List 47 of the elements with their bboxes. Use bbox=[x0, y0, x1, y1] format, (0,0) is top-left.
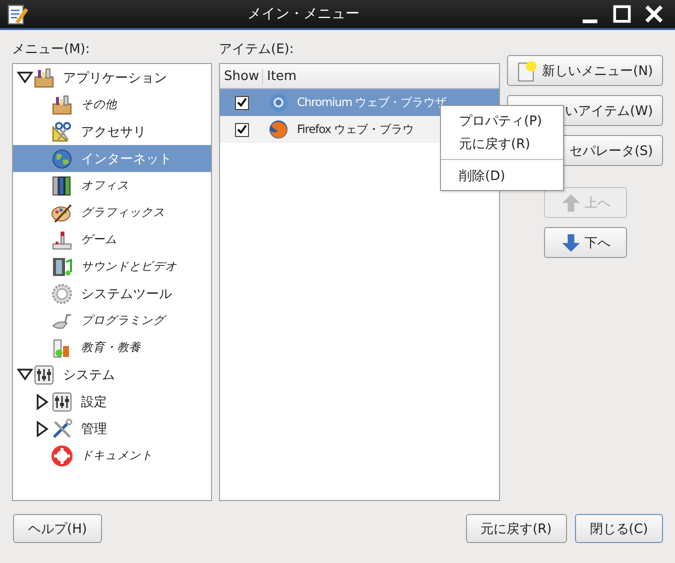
palette-icon bbox=[51, 202, 73, 224]
new-menu-icon bbox=[517, 60, 540, 82]
joystick-icon bbox=[51, 228, 73, 250]
footer-button[interactable]: 元に戻す(R) bbox=[466, 514, 567, 543]
tree-item[interactable]: その他 bbox=[13, 91, 211, 118]
tree-item[interactable]: サウンドとビデオ bbox=[13, 253, 211, 280]
up-arrow-icon bbox=[560, 192, 582, 214]
column-header[interactable]: Show bbox=[220, 68, 263, 84]
tree-item[interactable]: ゲーム bbox=[13, 226, 211, 253]
tree-item[interactable]: ドキュメント bbox=[13, 442, 211, 469]
ring-ball-icon bbox=[268, 92, 289, 113]
sliders-icon bbox=[33, 364, 55, 386]
tree-item[interactable]: グラフィックス bbox=[13, 199, 211, 226]
globe-icon bbox=[51, 148, 73, 170]
tree-item[interactable]: システムツール bbox=[13, 280, 211, 307]
help-button[interactable]: ヘルプ(H) bbox=[13, 514, 102, 543]
menu-label: メニュー(M): bbox=[12, 41, 91, 57]
tree-item[interactable]: 教育・教養 bbox=[13, 334, 211, 361]
maximize-icon[interactable] bbox=[611, 3, 633, 25]
tree-item[interactable]: アプリケーション bbox=[13, 64, 211, 91]
lifebuoy-icon bbox=[51, 444, 73, 466]
sliders-icon bbox=[51, 390, 73, 412]
tree-item[interactable]: 管理 bbox=[13, 415, 211, 442]
tree-item[interactable]: システム bbox=[13, 361, 211, 388]
film-icon bbox=[51, 256, 73, 278]
window-title: メイン・メニュー bbox=[246, 5, 360, 23]
footer-button[interactable]: 閉じる(C) bbox=[574, 514, 663, 543]
checkbox[interactable] bbox=[235, 122, 249, 136]
column-header[interactable]: Item bbox=[263, 68, 301, 84]
close-icon[interactable] bbox=[643, 3, 665, 25]
tools-icon bbox=[51, 418, 73, 440]
menu-item[interactable]: 削除(D) bbox=[441, 164, 563, 187]
tree-item[interactable]: アクセサリ bbox=[13, 118, 211, 145]
down-arrow-icon bbox=[560, 232, 582, 254]
tree-item[interactable]: プログラミング bbox=[13, 307, 211, 334]
tree-item[interactable]: 設定 bbox=[13, 388, 211, 415]
move-down-button[interactable]: 下へ bbox=[544, 227, 626, 258]
edit-icon bbox=[6, 3, 28, 25]
scissors-icon bbox=[51, 120, 73, 142]
binder-icon bbox=[51, 174, 73, 196]
box-icon bbox=[51, 94, 73, 116]
checkbox[interactable] bbox=[235, 96, 249, 110]
items-label: アイテム(E): bbox=[219, 41, 295, 57]
side-button[interactable]: 新しいメニュー(N) bbox=[507, 55, 663, 86]
tree-item[interactable]: オフィス bbox=[13, 172, 211, 199]
gear-icon bbox=[51, 282, 73, 304]
box-icon bbox=[33, 66, 55, 88]
